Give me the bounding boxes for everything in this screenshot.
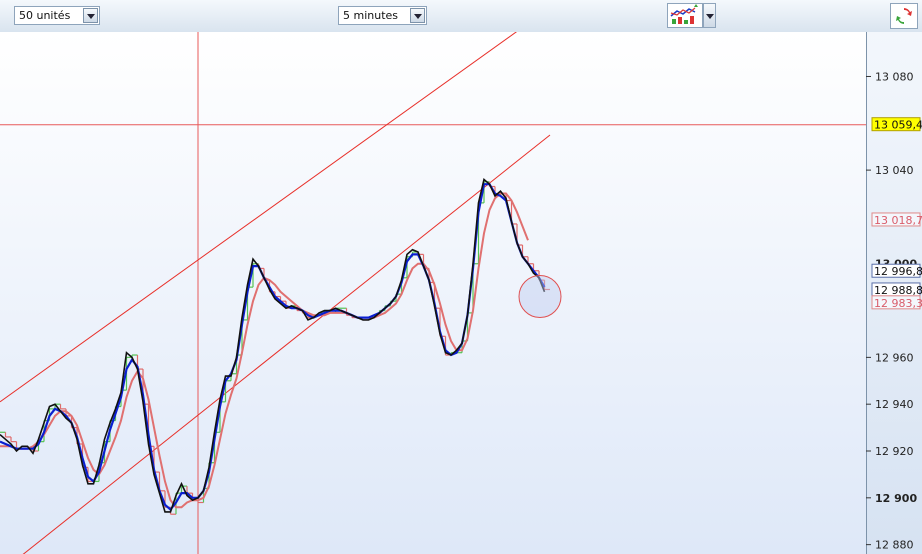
- price-tag-label: 12 988,8: [874, 284, 922, 297]
- y-tick-label: 13 080: [875, 70, 914, 83]
- units-dropdown-value: 50 unités: [19, 9, 71, 22]
- chart-tools-dropdown[interactable]: [703, 3, 716, 28]
- price-chart[interactable]: 13 080 13 040 12 960 12 940 12 920 12 900 12 8…: [0, 32, 922, 554]
- y-tick-label: 12 900: [875, 492, 917, 505]
- y-tick-label: 12 920: [875, 445, 914, 458]
- units-dropdown[interactable]: 50 unités: [14, 6, 100, 25]
- interval-dropdown[interactable]: 5 minutes: [338, 6, 427, 25]
- refresh-arrows-icon: [896, 8, 912, 24]
- price-tag-label: 12 983,3: [874, 297, 922, 310]
- interval-dropdown-value: 5 minutes: [343, 9, 399, 22]
- price-tag-label: 12 996,8: [874, 265, 922, 278]
- y-tick-label: 12 880: [875, 539, 914, 552]
- chart-tools-button[interactable]: [667, 3, 703, 28]
- y-tick-label: 12 960: [875, 351, 914, 364]
- y-tick-label: 12 940: [875, 398, 914, 411]
- price-tag-label: 13 018,7: [874, 214, 922, 227]
- price-tag-label: 13 059,4: [874, 119, 922, 132]
- chart-tools-icon: [670, 4, 698, 24]
- refresh-button[interactable]: [890, 3, 918, 29]
- y-tick-label: 13 040: [875, 164, 914, 177]
- chevron-down-icon[interactable]: [410, 8, 425, 23]
- annotation-circle[interactable]: [518, 275, 562, 319]
- chart-toolbar: 50 unités 5 minutes: [0, 0, 922, 33]
- chevron-down-icon[interactable]: [83, 8, 98, 23]
